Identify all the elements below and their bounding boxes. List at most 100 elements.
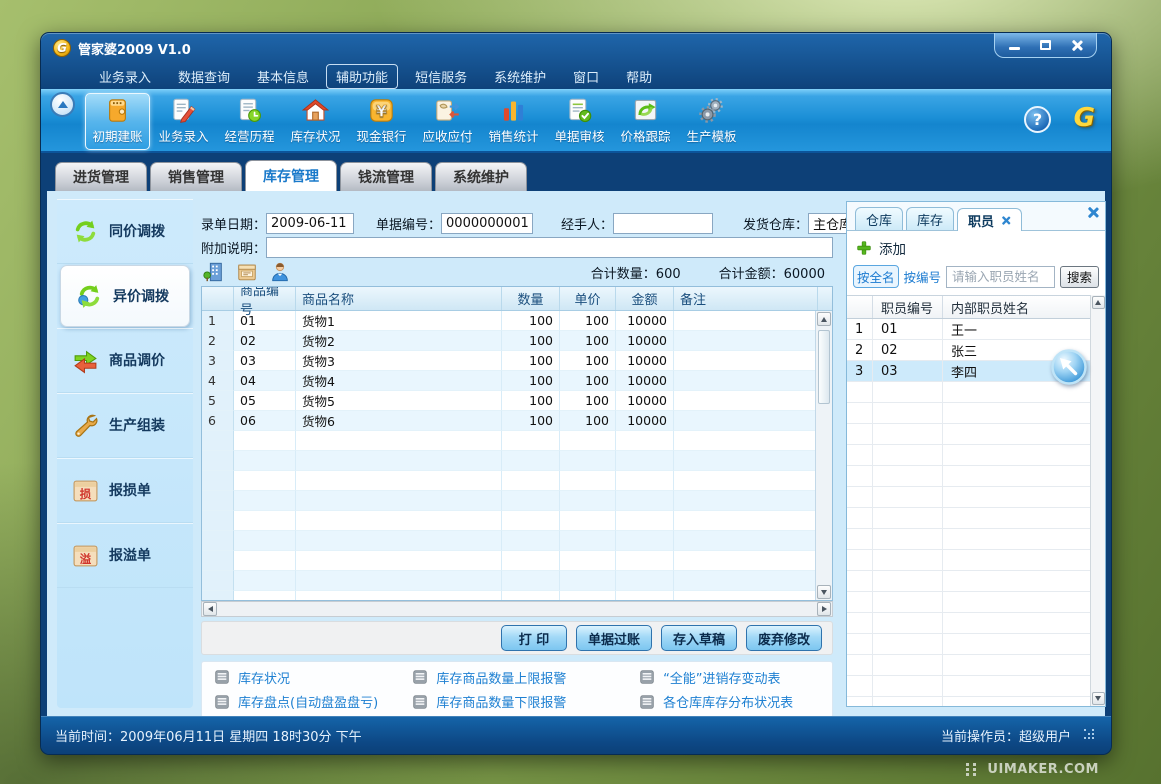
- table-row[interactable]: 505货物510010010000: [202, 391, 832, 411]
- reference-tab-2[interactable]: 库存: [906, 207, 954, 230]
- title-bar[interactable]: G 管家婆2009 V1.0: [41, 33, 1111, 63]
- note-input[interactable]: [266, 237, 833, 258]
- handler-input[interactable]: [613, 213, 713, 234]
- sidebar-item[interactable]: 损报损单: [57, 458, 193, 523]
- employee-row[interactable]: [847, 424, 1105, 445]
- quick-link[interactable]: 库存商品数量上限报警: [412, 668, 639, 687]
- toolbar-button[interactable]: 单据审核: [547, 93, 612, 150]
- sidebar-item[interactable]: 异价调拨: [60, 265, 190, 327]
- scroll-right-button[interactable]: [817, 602, 831, 616]
- table-row[interactable]: 303货物310010010000: [202, 351, 832, 371]
- toolbar-button[interactable]: 初期建账: [85, 93, 150, 150]
- tab-2[interactable]: 销售管理: [150, 162, 242, 191]
- collapse-toolbar-button[interactable]: [50, 92, 75, 117]
- toolbar-button[interactable]: 销售统计: [481, 93, 546, 150]
- tab-1[interactable]: 进货管理: [55, 162, 147, 191]
- employee-row[interactable]: [847, 403, 1105, 424]
- sidebar-item[interactable]: 商品调价: [57, 328, 193, 393]
- quick-link[interactable]: 库存状况: [214, 668, 412, 687]
- menu-item-2[interactable]: 数据查询: [168, 64, 240, 89]
- employee-row[interactable]: [847, 529, 1105, 550]
- menu-item-4[interactable]: 辅助功能: [326, 64, 398, 89]
- employee-row[interactable]: 101王一: [847, 319, 1105, 340]
- toolbar-button[interactable]: 经营历程: [217, 93, 282, 150]
- filter-by-code-button[interactable]: 按编号: [904, 267, 942, 286]
- employee-row[interactable]: [847, 487, 1105, 508]
- help-icon[interactable]: ?: [1024, 106, 1051, 133]
- table-row[interactable]: [202, 551, 832, 571]
- scroll-up-button[interactable]: [1092, 296, 1105, 309]
- panel-close-icon[interactable]: [1087, 207, 1098, 218]
- quick-link[interactable]: “全能”进销存变动表: [639, 668, 828, 687]
- employee-row[interactable]: [847, 508, 1105, 529]
- post-document-button[interactable]: 单据过账: [576, 625, 652, 651]
- employee-row[interactable]: [847, 655, 1105, 676]
- table-row[interactable]: 404货物410010010000: [202, 371, 832, 391]
- resize-grip[interactable]: [1083, 728, 1097, 742]
- sidebar-item[interactable]: 同价调拨: [57, 199, 193, 264]
- scroll-left-button[interactable]: [203, 602, 217, 616]
- table-row[interactable]: [202, 571, 832, 591]
- table-row[interactable]: [202, 591, 832, 601]
- table-row[interactable]: [202, 451, 832, 471]
- scroll-thumb[interactable]: [818, 330, 830, 404]
- close-button[interactable]: [1061, 34, 1092, 56]
- menu-item-5[interactable]: 短信服务: [405, 64, 477, 89]
- table-row[interactable]: 202货物210010010000: [202, 331, 832, 351]
- sidebar-item[interactable]: 溢报溢单: [57, 523, 193, 588]
- warehouse-select-icon[interactable]: [203, 261, 225, 283]
- quick-link[interactable]: 库存盘点(自动盘盈盘亏): [214, 692, 412, 711]
- employee-row[interactable]: [847, 613, 1105, 634]
- employee-select-icon[interactable]: [269, 261, 291, 283]
- scroll-down-button[interactable]: [1092, 692, 1105, 705]
- employee-row[interactable]: [847, 676, 1105, 697]
- maximize-button[interactable]: [1030, 34, 1061, 56]
- items-vertical-scrollbar[interactable]: [815, 311, 832, 600]
- minimize-button[interactable]: [999, 34, 1030, 56]
- employee-scrollbar[interactable]: [1090, 295, 1105, 706]
- toolbar-button[interactable]: 应收应付: [415, 93, 480, 150]
- add-employee-button[interactable]: 添加: [847, 231, 1105, 263]
- table-row[interactable]: [202, 471, 832, 491]
- print-button[interactable]: 打 印: [501, 625, 567, 651]
- scroll-up-button[interactable]: [817, 312, 831, 326]
- table-row[interactable]: 101货物110010010000: [202, 311, 832, 331]
- goods-select-icon[interactable]: [236, 261, 258, 283]
- tab-close-icon[interactable]: [1001, 216, 1010, 225]
- table-row[interactable]: [202, 531, 832, 551]
- employee-row[interactable]: [847, 466, 1105, 487]
- scroll-down-button[interactable]: [817, 585, 831, 599]
- employee-row[interactable]: [847, 634, 1105, 655]
- toolbar-button[interactable]: 生产模板: [679, 93, 744, 150]
- menu-item-6[interactable]: 系统维护: [484, 64, 556, 89]
- table-row[interactable]: [202, 511, 832, 531]
- employee-row[interactable]: [847, 571, 1105, 592]
- menu-item-7[interactable]: 窗口: [563, 64, 609, 89]
- sidebar-item[interactable]: 生产组装: [57, 393, 193, 458]
- menu-item-3[interactable]: 基本信息: [247, 64, 319, 89]
- employee-row[interactable]: [847, 592, 1105, 613]
- save-draft-button[interactable]: 存入草稿: [661, 625, 737, 651]
- discard-changes-button[interactable]: 废弃修改: [746, 625, 822, 651]
- search-button[interactable]: 搜索: [1060, 266, 1099, 288]
- tab-4[interactable]: 钱流管理: [340, 162, 432, 191]
- table-row[interactable]: 606货物610010010000: [202, 411, 832, 431]
- toolbar-button[interactable]: 价格跟踪: [613, 93, 678, 150]
- reference-tab-1[interactable]: 仓库: [855, 207, 903, 230]
- employee-row[interactable]: [847, 445, 1105, 466]
- employee-row[interactable]: [847, 697, 1105, 706]
- menu-item-1[interactable]: 业务录入: [89, 64, 161, 89]
- menu-item-8[interactable]: 帮助: [616, 64, 662, 89]
- table-row[interactable]: [202, 431, 832, 451]
- toolbar-button[interactable]: 业务录入: [151, 93, 216, 150]
- employee-search-input[interactable]: [946, 266, 1055, 288]
- tab-3[interactable]: 库存管理: [245, 160, 337, 191]
- quick-link[interactable]: 库存商品数量下限报警: [412, 692, 639, 711]
- table-row[interactable]: [202, 491, 832, 511]
- toolbar-button[interactable]: 库存状况: [283, 93, 348, 150]
- tab-5[interactable]: 系统维护: [435, 162, 527, 191]
- quick-link[interactable]: 各仓库库存分布状况表: [639, 692, 828, 711]
- filter-by-name-button[interactable]: 按全名: [853, 265, 899, 288]
- toolbar-button[interactable]: ¥现金银行: [349, 93, 414, 150]
- employee-row[interactable]: [847, 550, 1105, 571]
